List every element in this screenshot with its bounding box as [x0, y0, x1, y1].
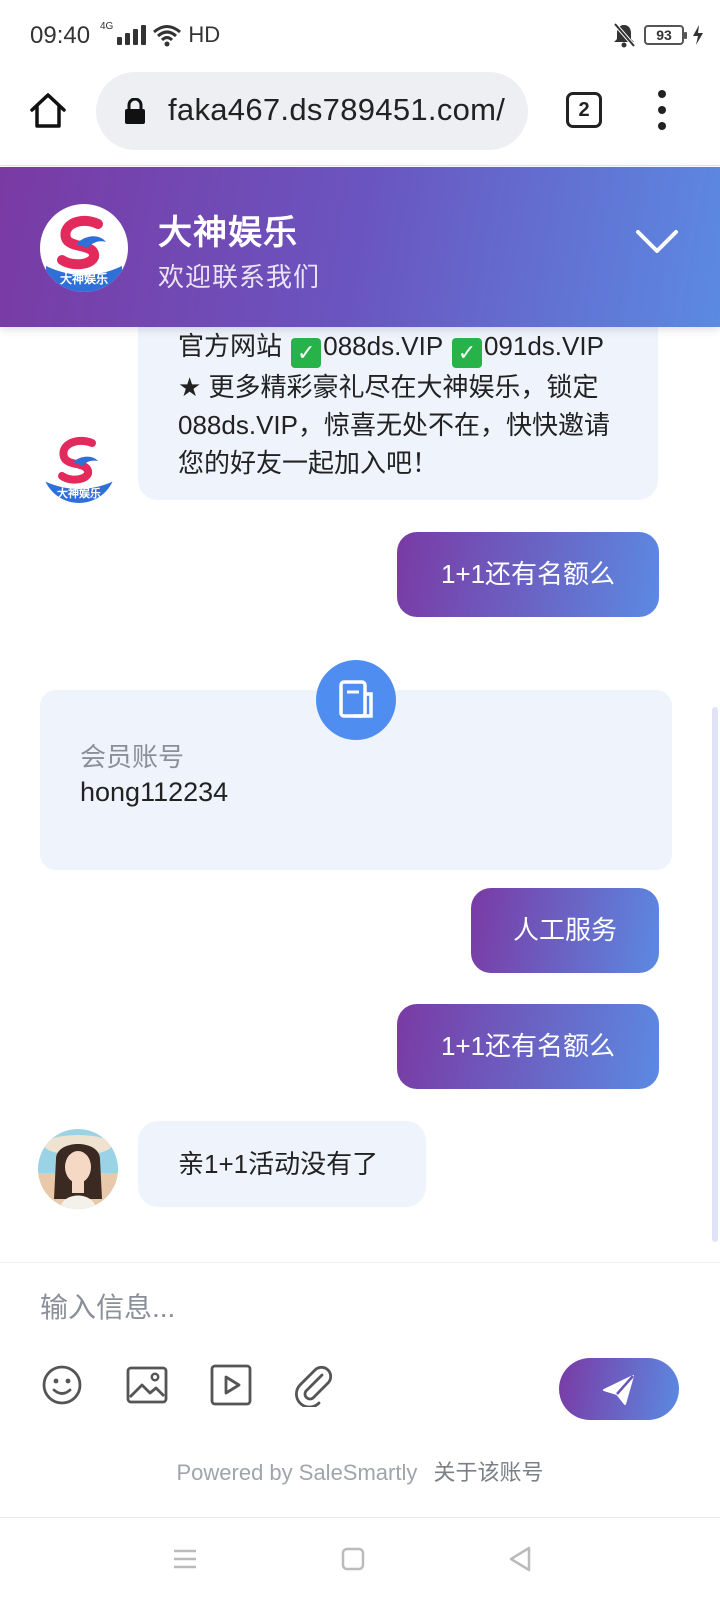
powered-by-text[interactable]: Powered by SaleSmartly [176, 1460, 417, 1485]
send-button[interactable] [559, 1358, 679, 1420]
signal-icon [117, 25, 147, 45]
agent-message-text: 亲1+1活动没有了 [178, 1149, 379, 1179]
brand-logo-text: 大神娱乐 [59, 272, 108, 286]
attachment-icon[interactable] [292, 1363, 336, 1407]
form-field-label: 会员账号 [80, 742, 185, 772]
user-message-text: 1+1还有名额么 [440, 1031, 616, 1061]
video-upload-icon[interactable] [209, 1363, 253, 1407]
about-account-link[interactable]: 关于该账号 [434, 1460, 544, 1485]
battery-icon: 93 [644, 25, 687, 45]
user-message-text: 人工服务 [512, 915, 617, 945]
brand-logo: 大神娱乐 [40, 204, 128, 292]
image-upload-icon[interactable] [125, 1363, 169, 1407]
hd-label: HD [188, 22, 221, 47]
browser-toolbar: faka467.ds789451.com/ 2 [0, 70, 720, 166]
agent-message-bubble: 亲1+1活动没有了 [138, 1121, 426, 1207]
bot-message-text-b: 088ds.VIP [323, 331, 450, 361]
network-type-label: 4G [100, 21, 114, 32]
message-scrollbar[interactable] [712, 707, 718, 1242]
lock-icon [125, 98, 145, 124]
emoji-icon[interactable] [40, 1363, 84, 1407]
check-mark-icon: ✓ [451, 338, 482, 368]
home-icon[interactable] [28, 90, 68, 130]
charging-icon [693, 25, 703, 45]
user-message-bubble: 人工服务 [471, 888, 659, 973]
wifi-icon [153, 25, 182, 47]
home-nav-icon[interactable] [338, 1544, 368, 1574]
status-time: 09:40 [30, 22, 91, 49]
status-icons-right: 93 [612, 22, 704, 48]
user-message-text: 1+1还有名额么 [440, 559, 616, 589]
user-message-bubble: 1+1还有名额么 [397, 1004, 659, 1089]
powered-by-footer: Powered by SaleSmartly 关于该账号 [0, 1455, 720, 1487]
status-icons-left: 4G HD [100, 22, 220, 48]
system-nav-bar [0, 1517, 720, 1600]
form-field-value: hong112234 [80, 777, 229, 807]
bot-avatar-text: 大神娱乐 [57, 488, 101, 500]
send-icon [603, 1375, 634, 1405]
address-bar[interactable]: faka467.ds789451.com/ [96, 72, 528, 150]
message-composer: Powered by SaleSmartly 关于该账号 [0, 1262, 720, 1517]
check-mark-icon: ✓ [291, 338, 322, 368]
chat-subtitle: 欢迎联系我们 [158, 262, 321, 292]
chevron-down-icon[interactable] [634, 227, 680, 257]
form-icon [316, 660, 396, 740]
bot-avatar: 大神娱乐 [42, 429, 116, 503]
mute-bell-icon [613, 22, 636, 48]
chat-title: 大神娱乐 [158, 214, 298, 252]
bot-message-text-a: 官方网站 [178, 331, 290, 361]
bot-message-bubble: 官方网站 ✓ 088ds.VIP ✓ 091ds.VIP ★ 更多精彩豪礼尽在大神娱… [138, 327, 658, 500]
user-message-bubble: 1+1还有名额么 [397, 532, 659, 617]
status-bar: 09:40 4G HD 93 [0, 0, 720, 70]
message-list[interactable]: 官方网站 ✓ 088ds.VIP ✓ 091ds.VIP ★ 更多精彩豪礼尽在大神娱… [0, 327, 720, 1262]
more-menu-icon[interactable] [652, 90, 672, 130]
chat-header: 大神娱乐 大神娱乐 欢迎联系我们 [0, 167, 720, 327]
back-nav-icon[interactable] [505, 1544, 535, 1574]
message-input[interactable] [40, 1285, 680, 1331]
url-text: faka467.ds789451.com/ [168, 92, 506, 127]
recent-apps-icon[interactable] [170, 1544, 200, 1574]
tab-switcher-button[interactable]: 2 [566, 92, 602, 128]
agent-avatar [38, 1129, 118, 1209]
